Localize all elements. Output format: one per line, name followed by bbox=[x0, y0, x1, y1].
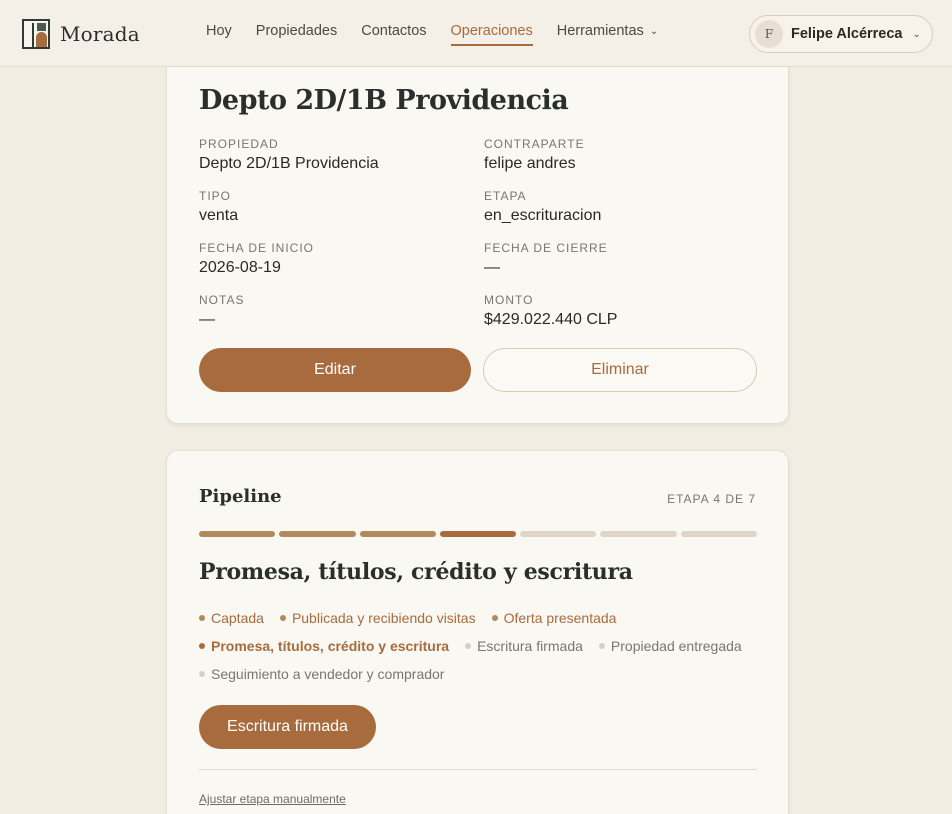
edit-button[interactable]: Editar bbox=[199, 348, 471, 392]
field-value: $429.022.440 CLP bbox=[484, 311, 618, 328]
stage-item: Escritura firmada bbox=[465, 637, 583, 655]
nav-item-operaciones[interactable]: Operaciones bbox=[450, 23, 533, 46]
divider bbox=[199, 769, 757, 770]
stage-counter: ETAPA 4 DE 7 bbox=[667, 492, 756, 506]
field-fecha-inicio: FECHA DE INICIO 2026-08-19 bbox=[199, 241, 314, 277]
field-label: TIPO bbox=[199, 189, 232, 203]
current-stage-heading: Promesa, títulos, crédito y escritura bbox=[199, 559, 633, 585]
nav-item-herramientas[interactable]: Herramientas ⌄ bbox=[557, 23, 658, 46]
field-propiedad: PROPIEDAD Depto 2D/1B Providencia bbox=[199, 137, 379, 173]
stage-item: Oferta presentada bbox=[491, 609, 617, 627]
user-name: Felipe Alcérreca bbox=[791, 26, 903, 42]
field-label: ETAPA bbox=[484, 189, 527, 203]
nav-item-herramientas-label: Herramientas bbox=[556, 23, 644, 39]
top-navigation-bar: Morada Hoy Propiedades Contactos Operaci… bbox=[0, 0, 952, 67]
avatar: F bbox=[755, 20, 783, 48]
field-value: — bbox=[484, 259, 500, 276]
stage-label: Promesa, títulos, crédito y escritura bbox=[211, 638, 450, 654]
progress-segment bbox=[439, 531, 517, 537]
stage-item: Promesa, títulos, crédito y escritura bbox=[199, 637, 449, 655]
stage-label: Captada bbox=[211, 610, 264, 626]
chevron-down-icon: ⌄ bbox=[649, 26, 659, 37]
field-tipo: TIPO venta bbox=[199, 189, 238, 225]
stage-item: Seguimiento a vendedor y comprador bbox=[199, 665, 444, 683]
operation-detail-card: Depto 2D/1B Providencia PROPIEDAD Depto … bbox=[166, 40, 789, 424]
field-etapa: ETAPA en_escrituracion bbox=[484, 189, 601, 225]
nav-item-contactos[interactable]: Contactos bbox=[361, 23, 426, 46]
nav-item-hoy[interactable]: Hoy bbox=[206, 23, 232, 46]
bullet-dot-icon bbox=[279, 615, 286, 621]
adjust-stage-link[interactable]: Ajustar etapa manualmente bbox=[199, 792, 346, 806]
delete-button[interactable]: Eliminar bbox=[483, 348, 757, 392]
field-label: FECHA DE INICIO bbox=[199, 241, 315, 255]
nav-item-propiedades[interactable]: Propiedades bbox=[256, 23, 337, 46]
morada-logo-icon bbox=[22, 19, 50, 49]
field-fecha-cierre: FECHA DE CIERRE — bbox=[484, 241, 608, 277]
stage-list: Captada Publicada y recibiendo visitas Ofe… bbox=[199, 609, 769, 683]
progress-segment bbox=[680, 531, 757, 537]
bullet-dot-icon bbox=[199, 671, 205, 677]
chevron-down-icon: ⌄ bbox=[912, 28, 921, 40]
field-value: 2026-08-19 bbox=[199, 259, 281, 276]
page-title: Depto 2D/1B Providencia bbox=[199, 85, 569, 116]
progress-segment bbox=[279, 531, 356, 537]
field-notas: NOTAS — bbox=[199, 293, 244, 329]
field-value: felipe andres bbox=[484, 155, 576, 172]
progress-segment bbox=[520, 531, 597, 537]
stage-item: Captada bbox=[199, 609, 264, 627]
stage-item: Publicada y recibiendo visitas bbox=[279, 609, 476, 627]
field-contraparte: CONTRAPARTE felipe andres bbox=[484, 137, 585, 173]
main-nav: Hoy Propiedades Contactos Operaciones He… bbox=[206, 23, 658, 46]
bullet-dot-icon bbox=[465, 643, 472, 649]
brand[interactable]: Morada bbox=[22, 19, 140, 49]
stage-label: Seguimiento a vendedor y comprador bbox=[211, 666, 445, 682]
stage-item: Propiedad entregada bbox=[598, 637, 742, 655]
field-label: CONTRAPARTE bbox=[484, 137, 585, 151]
field-label: NOTAS bbox=[199, 293, 245, 307]
stage-label: Oferta presentada bbox=[503, 610, 617, 626]
stage-label: Publicada y recibiendo visitas bbox=[291, 610, 476, 626]
progress-segment bbox=[359, 531, 436, 537]
field-label: FECHA DE CIERRE bbox=[484, 241, 608, 255]
field-monto: MONTO $429.022.440 CLP bbox=[484, 293, 617, 329]
progress-segment bbox=[600, 531, 677, 537]
progress-segment bbox=[199, 531, 276, 537]
bullet-dot-icon bbox=[491, 615, 498, 621]
field-value: — bbox=[199, 311, 215, 328]
field-value: en_escrituracion bbox=[484, 207, 602, 224]
field-label: MONTO bbox=[484, 293, 534, 307]
user-menu-button[interactable]: F Felipe Alcérreca ⌄ bbox=[749, 15, 933, 53]
pipeline-card: Pipeline ETAPA 4 DE 7 Promesa, títulos, … bbox=[166, 450, 789, 814]
advance-stage-button[interactable]: Escritura firmada bbox=[199, 705, 376, 749]
field-value: venta bbox=[199, 207, 239, 224]
field-value: Depto 2D/1B Providencia bbox=[199, 155, 379, 172]
field-label: PROPIEDAD bbox=[199, 137, 279, 151]
stage-label: Propiedad entregada bbox=[610, 638, 742, 654]
pipeline-title: Pipeline bbox=[199, 486, 282, 507]
bullet-dot-icon bbox=[199, 615, 205, 621]
pipeline-progress-bar bbox=[199, 531, 757, 537]
bullet-dot-icon bbox=[598, 643, 605, 649]
stage-label: Escritura firmada bbox=[477, 638, 583, 654]
bullet-dot-icon bbox=[199, 643, 205, 649]
brand-name: Morada bbox=[60, 22, 140, 46]
